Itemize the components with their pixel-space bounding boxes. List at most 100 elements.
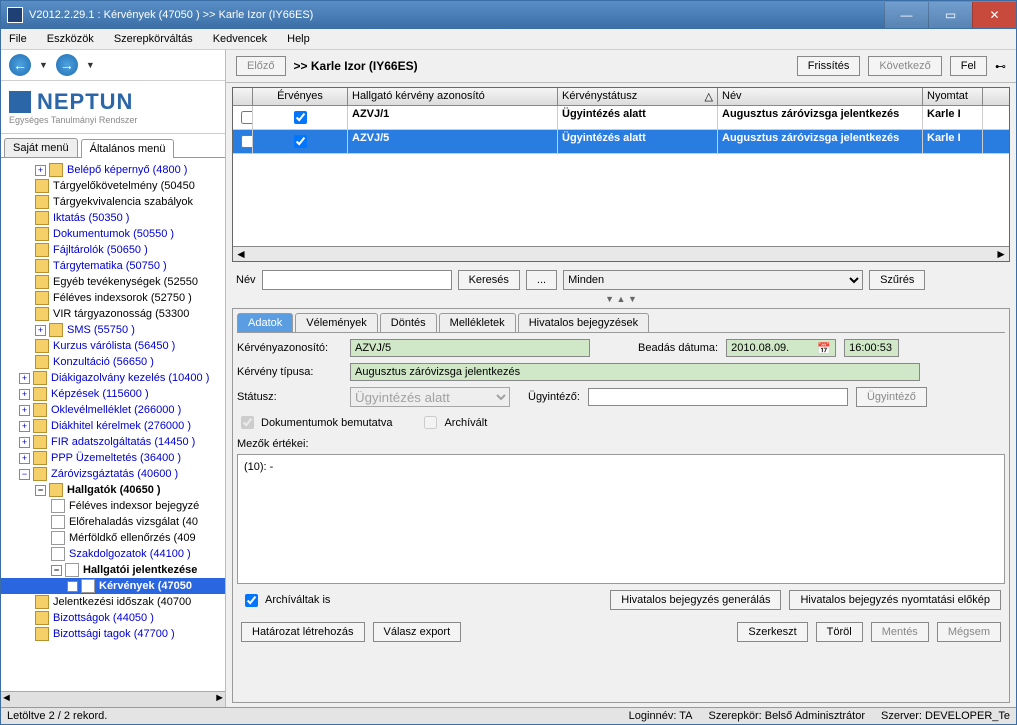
tree-belepo[interactable]: +Belépő képernyő (4800 ) [1,162,225,178]
logo-area: NEPTUN Egységes Tanulmányi Rendszer [1,81,225,134]
grid-hdr-nyomtat[interactable]: Nyomtat [923,88,983,105]
status-szerver: Szerver: DEVELOPER_Te [881,710,1010,722]
tab-altalanos-menu[interactable]: Általános menü [81,139,175,158]
nav-fwd-dropdown[interactable]: ▼ [86,60,95,70]
scroll-right-icon[interactable]: ► [995,247,1007,261]
tree-szakdolg[interactable]: Szakdolgozatok (44100 ) [1,546,225,562]
grid-hdr-nev[interactable]: Név [718,88,923,105]
tab-sajat-menu[interactable]: Saját menü [4,138,78,157]
tree-vir[interactable]: VIR tárgyazonosság (53300 [1,306,225,322]
grid-hdr-check[interactable] [233,88,253,105]
pin-icon[interactable]: ⊷ [995,60,1006,73]
filter-select[interactable]: Minden [563,270,863,290]
torol-button[interactable]: Töröl [816,622,863,642]
tree-fir[interactable]: +FIR adatszolgáltatás (14450 ) [1,434,225,450]
grid-hdr-ervenyes[interactable]: Érvényes [253,88,348,105]
fel-button[interactable]: Fel [950,56,987,76]
tree-bizotttagok[interactable]: Bizottsági tagok (47700 ) [1,626,225,642]
valaszexp-button[interactable]: Válasz export [373,622,462,642]
kereses-button[interactable]: Keresés [458,270,520,290]
grid-hdr-status[interactable]: Kérvénystátusz △ [558,88,718,105]
mentes-button[interactable]: Mentés [871,622,929,642]
hivgen-button[interactable]: Hivatalos bejegyzés generálás [610,590,781,610]
tree-diakig[interactable]: +Diákigazolvány kezelés (10400 ) [1,370,225,386]
search-input[interactable] [262,270,452,290]
tree-targyekv[interactable]: Tárgyekvivalencia szabályok [1,194,225,210]
beadas-label: Beadás dátuma: [638,342,718,354]
tree-diakhitel[interactable]: +Diákhitel kérelmek (276000 ) [1,418,225,434]
menu-help[interactable]: Help [283,31,314,47]
elozo-button[interactable]: Előző [236,56,286,76]
row-ervenyes-checkbox[interactable] [294,111,307,124]
tab-mellekletek[interactable]: Mellékletek [439,313,516,332]
row-checkbox[interactable] [241,135,253,148]
archivalt-checkbox [424,416,437,429]
splitter[interactable]: ▼ ▲ ▼ [226,294,1016,304]
row-ervenyes-checkbox[interactable] [294,135,307,148]
menu-szerepkor[interactable]: Szerepkörváltás [110,31,197,47]
nav-back-button[interactable]: ← [9,54,31,76]
nav-forward-button[interactable]: → [56,54,78,76]
tab-hivatalos[interactable]: Hivatalos bejegyzések [518,313,649,332]
megsem-button[interactable]: Mégsem [937,622,1001,642]
archivaltakis-checkbox[interactable] [245,594,258,607]
tree-hallgjel[interactable]: −Hallgatói jelentkezése [1,562,225,578]
search-label: Név [236,274,256,286]
beadas-date-field[interactable]: 2010.08.09. 📅 [726,339,836,357]
tree-kurzus[interactable]: Kurzus várólista (56450 ) [1,338,225,354]
mezok-area[interactable]: (10): - [237,454,1005,584]
tree-merfoldko[interactable]: Mérföldkő ellenőrzés (409 [1,530,225,546]
dokbemut-checkbox [241,416,254,429]
tree-iktatas[interactable]: Iktatás (50350 ) [1,210,225,226]
nav-back-dropdown[interactable]: ▼ [39,60,48,70]
tree-bizottsagok[interactable]: Bizottságok (44050 ) [1,610,225,626]
row-checkbox[interactable] [241,111,253,124]
tipus-field: Augusztus záróvizsga jelentkezés [350,363,920,381]
tree-konz[interactable]: Konzultáció (56650 ) [1,354,225,370]
hatarozat-button[interactable]: Határozat létrehozás [241,622,365,642]
hivnyomt-button[interactable]: Hivatalos bejegyzés nyomtatási előkép [789,590,1001,610]
mezok-label: Mezők értékei: [237,438,342,450]
close-button[interactable]: ✕ [972,2,1016,28]
tree-felindex[interactable]: Féléves indexsor bejegyzé [1,498,225,514]
tab-adatok[interactable]: Adatok [237,313,293,332]
maximize-button[interactable]: ▭ [928,2,972,28]
tree-ppp[interactable]: +PPP Üzemeltetés (36400 ) [1,450,225,466]
app-icon [7,7,23,23]
tab-velemenyek[interactable]: Vélemények [295,313,378,332]
logo-sub: Egységes Tanulmányi Rendszer [9,115,217,125]
tree-sms[interactable]: +SMS (55750 ) [1,322,225,338]
minimize-button[interactable]: ― [884,2,928,28]
tree-oklevel[interactable]: +Oklevélmelléklet (266000 ) [1,402,225,418]
grid-hdr-azon[interactable]: Hallgató kérvény azonosító [348,88,558,105]
tree-dok[interactable]: Dokumentumok (50550 ) [1,226,225,242]
ugy-field[interactable] [588,388,848,406]
szerkeszt-button[interactable]: Szerkeszt [737,622,807,642]
tree-hallgatok[interactable]: −Hallgatók (40650 ) [1,482,225,498]
tree-kepzesek[interactable]: +Képzések (115600 ) [1,386,225,402]
tree-tematika[interactable]: Tárgytematika (50750 ) [1,258,225,274]
tree[interactable]: +Belépő képernyő (4800 ) Tárgyelőkövetel… [1,158,225,691]
menu-file[interactable]: File [5,31,31,47]
ugyintezobutton[interactable]: Ügyintéző [856,387,927,407]
kovetkezo-button[interactable]: Következő [868,56,941,76]
statusz-select: Ügyintézés alatt [350,387,510,407]
menu-kedvencek[interactable]: Kedvencek [209,31,271,47]
frissites-button[interactable]: Frissítés [797,56,861,76]
tree-egyeb[interactable]: Egyéb tevékenységek (52550 [1,274,225,290]
tree-fajl[interactable]: Fájltárolók (50650 ) [1,242,225,258]
browse-button[interactable]: ... [526,270,557,290]
tree-kervenyek[interactable]: +Kérvények (47050 [1,578,225,594]
scroll-left-icon[interactable]: ◄ [235,247,247,261]
szures-button[interactable]: Szűrés [869,270,925,290]
tree-zarovizsga[interactable]: −Záróvizsgáztatás (40600 ) [1,466,225,482]
tree-jelidoszak[interactable]: Jelentkezési időszak (40700 [1,594,225,610]
tree-targykov[interactable]: Tárgyelőkövetelmény (50450 [1,178,225,194]
menu-eszkozok[interactable]: Eszközök [43,31,98,47]
tree-feleves[interactable]: Féléves indexsorok (52750 ) [1,290,225,306]
table-row[interactable]: AZVJ/1 Ügyintézés alatt Augusztus záróvi… [233,106,1009,130]
table-row[interactable]: AZVJ/5 Ügyintézés alatt Augusztus záróvi… [233,130,1009,154]
calendar-icon[interactable]: 📅 [817,342,831,355]
tab-dontes[interactable]: Döntés [380,313,437,332]
tree-elorehaladas[interactable]: Előrehaladás vizsgálat (40 [1,514,225,530]
